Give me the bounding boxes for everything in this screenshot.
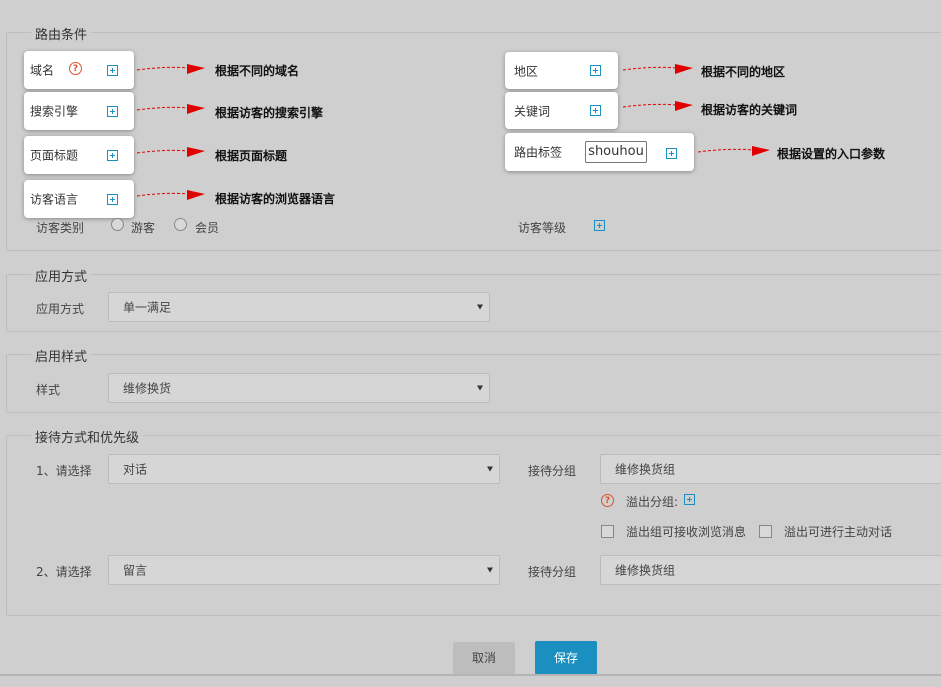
overflow-receive-browse-label: 溢出组可接收浏览消息 — [626, 525, 747, 539]
keyword-note: 根据访客的关键词 — [701, 103, 798, 117]
reception-row2-select[interactable]: 留言 — [108, 555, 500, 585]
visitor-type-guest-label: 游客 — [131, 221, 156, 235]
style-label: 样式 — [36, 383, 61, 397]
page-title-card[interactable]: 页面标题 — [24, 136, 134, 174]
visitor-level-label: 访客等级 — [518, 221, 567, 235]
route-tag-value[interactable]: shouhou — [585, 141, 647, 163]
chevron-down-icon — [477, 385, 483, 391]
reception-row1-select[interactable]: 对话 — [108, 454, 500, 484]
reception-row1-group-label: 接待分组 — [528, 464, 577, 478]
visitor-lang-card[interactable]: 访客语言 — [24, 180, 134, 218]
domain-card[interactable]: 域名 ? — [24, 51, 134, 89]
apply-legend: 应用方式 — [31, 266, 92, 285]
domain-note: 根据不同的域名 — [215, 64, 300, 78]
reception-row1-group-value: 维修换货组 — [615, 462, 676, 477]
add-region-icon[interactable] — [590, 65, 601, 76]
reception-row1-value: 对话 — [123, 462, 148, 477]
search-engine-card[interactable]: 搜索引擎 — [24, 92, 134, 130]
visitor-type-label: 访客类别 — [36, 221, 85, 235]
cancel-button[interactable]: 取消 — [453, 642, 515, 674]
save-button[interactable]: 保存 — [535, 641, 597, 675]
search-engine-note: 根据访客的搜索引擎 — [215, 106, 324, 120]
add-overflow-group-icon[interactable] — [684, 494, 695, 505]
overflow-proactive-chat-label: 溢出可进行主动对话 — [784, 525, 893, 539]
routing-legend: 路由条件 — [31, 24, 92, 43]
style-select[interactable]: 维修换货 — [108, 373, 490, 403]
reception-row1-label: 1、请选择 — [36, 464, 92, 478]
route-tag-card[interactable]: 路由标签 shouhou — [505, 133, 694, 171]
route-tag-note: 根据设置的入口参数 — [777, 147, 886, 161]
visitor-type-member-label: 会员 — [195, 221, 220, 235]
region-note: 根据不同的地区 — [701, 65, 786, 79]
add-domain-icon[interactable] — [107, 65, 118, 76]
reception-row2-group-value: 维修换货组 — [615, 563, 676, 578]
chevron-down-icon — [477, 304, 483, 310]
add-visitor-lang-icon[interactable] — [107, 194, 118, 205]
visitor-type-member-radio[interactable] — [174, 218, 187, 231]
style-legend: 启用样式 — [31, 346, 92, 365]
arrow-icon — [697, 146, 770, 156]
arrow-icon — [622, 101, 693, 111]
add-page-title-icon[interactable] — [107, 150, 118, 161]
apply-label: 应用方式 — [36, 302, 85, 316]
reception-row2-group-select[interactable]: 维修换货组 — [600, 555, 941, 585]
reception-row2-label: 2、请选择 — [36, 565, 92, 579]
keyword-label: 关键词 — [514, 104, 551, 118]
overflow-proactive-chat-checkbox[interactable] — [759, 525, 772, 538]
reception-row1-group-select[interactable]: 维修换货组 — [600, 454, 941, 484]
add-keyword-icon[interactable] — [590, 105, 601, 116]
chevron-down-icon — [487, 466, 493, 472]
arrow-icon — [136, 64, 205, 74]
style-select-value: 维修换货 — [123, 381, 172, 396]
overflow-group-label: 溢出分组: — [626, 495, 679, 509]
domain-label: 域名 — [30, 63, 55, 78]
help-icon[interactable]: ? — [601, 494, 614, 507]
chevron-down-icon — [487, 567, 493, 573]
reception-row2-group-label: 接待分组 — [528, 565, 577, 579]
add-search-engine-icon[interactable] — [107, 106, 118, 117]
keyword-card[interactable]: 关键词 — [505, 92, 618, 129]
search-engine-label: 搜索引擎 — [30, 104, 79, 119]
visitor-type-guest-radio[interactable] — [111, 218, 124, 231]
page-title-note: 根据页面标题 — [215, 149, 288, 163]
reception-row2-value: 留言 — [123, 563, 148, 578]
arrow-icon — [136, 104, 205, 114]
arrow-icon — [622, 64, 693, 74]
reception-legend: 接待方式和优先级 — [31, 427, 144, 446]
region-label: 地区 — [514, 64, 539, 78]
arrow-icon — [136, 190, 205, 200]
region-card[interactable]: 地区 — [505, 52, 618, 89]
visitor-lang-label: 访客语言 — [30, 192, 79, 207]
footer-divider — [0, 674, 941, 676]
help-icon[interactable]: ? — [69, 62, 82, 75]
overflow-receive-browse-checkbox[interactable] — [601, 525, 614, 538]
apply-select[interactable]: 单一满足 — [108, 292, 490, 322]
add-route-tag-icon[interactable] — [666, 148, 677, 159]
visitor-lang-note: 根据访客的浏览器语言 — [215, 192, 336, 206]
add-visitor-level-icon[interactable] — [594, 220, 605, 231]
page-title-label: 页面标题 — [30, 148, 79, 163]
arrow-icon — [136, 147, 205, 157]
route-tag-label: 路由标签 — [514, 145, 563, 160]
apply-select-value: 单一满足 — [123, 300, 172, 315]
